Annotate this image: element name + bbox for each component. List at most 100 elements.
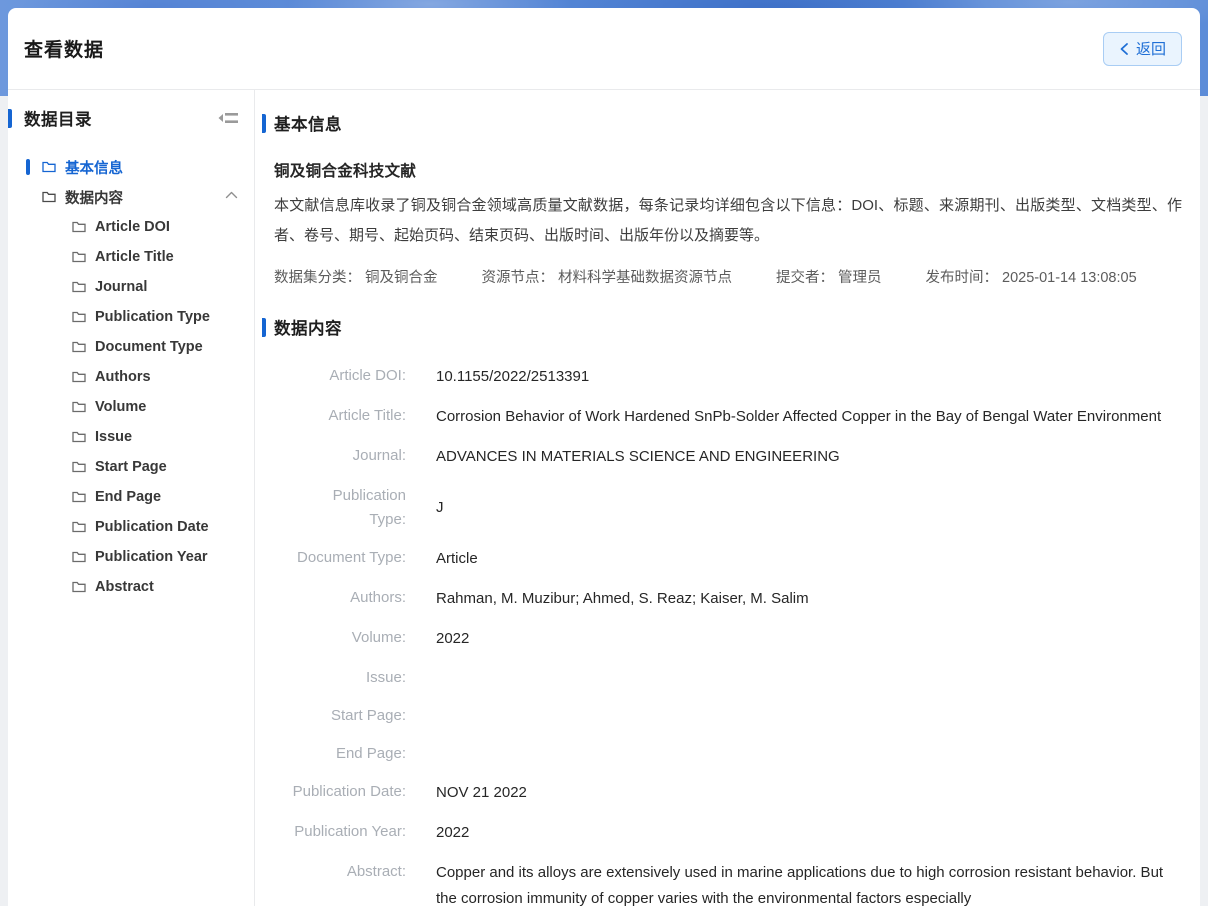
- field-row: Journal: ADVANCES IN MATERIALS SCIENCE A…: [274, 437, 1182, 477]
- tree-item-label: 数据内容: [65, 187, 123, 208]
- main-content: 基本信息 铜及铜合金科技文献 本文献信息库收录了铜及铜合金领域高质量文献数据，每…: [255, 90, 1200, 906]
- basic-info-section-header: 基本信息: [262, 112, 1182, 134]
- field-label: Start Page:: [274, 704, 406, 728]
- field-value: 10.1155/2022/2513391: [436, 364, 589, 390]
- back-button[interactable]: 返回: [1103, 32, 1182, 66]
- dataset-meta-row: 数据集分类：铜及铜合金 资源节点：材料科学基础数据资源节点 提交者：管理员 发布…: [274, 266, 1182, 287]
- meta-value: 铜及铜合金: [365, 270, 438, 286]
- tree-item-label: Authors: [95, 369, 151, 385]
- tree-item-label: Article Title: [95, 249, 174, 265]
- field-row: Issue:: [274, 659, 1182, 697]
- folder-icon: [42, 161, 56, 173]
- field-row: Publication Type: J: [274, 477, 1182, 539]
- tree-item[interactable]: End Page: [8, 482, 254, 512]
- card-body: 数据目录 基本信息: [8, 90, 1200, 906]
- tree-item-label: Journal: [95, 279, 147, 295]
- meta-label: 发布时间：: [926, 270, 999, 286]
- tree-item-label: Abstract: [95, 579, 154, 595]
- meta-label: 资源节点：: [482, 270, 555, 286]
- field-list: Article DOI: 10.1155/2022/2513391 Articl…: [262, 357, 1182, 906]
- tree-item[interactable]: 基本信息: [8, 152, 254, 182]
- selected-indicator: [26, 159, 30, 175]
- tree-item[interactable]: Publication Year: [8, 542, 254, 572]
- view-data-card: 查看数据 返回 数据目录: [8, 8, 1200, 906]
- basic-info-section-title: 基本信息: [274, 111, 342, 135]
- field-row: Publication Date: NOV 21 2022: [274, 773, 1182, 813]
- tree-item[interactable]: Publication Type: [8, 302, 254, 332]
- data-content-section-header: 数据内容: [262, 316, 1182, 338]
- tree-item[interactable]: Issue: [8, 422, 254, 452]
- field-value: Copper and its alloys are extensively us…: [436, 860, 1164, 906]
- field-row: Start Page:: [274, 697, 1182, 735]
- field-row: Volume: 2022: [274, 619, 1182, 659]
- field-row: Publication Year: 2022: [274, 813, 1182, 853]
- tree-item[interactable]: Document Type: [8, 332, 254, 362]
- tree-item[interactable]: Start Page: [8, 452, 254, 482]
- field-label: Publication Date:: [274, 780, 406, 804]
- folder-icon: [72, 341, 86, 353]
- field-value: Rahman, M. Muzibur; Ahmed, S. Reaz; Kais…: [436, 586, 809, 612]
- dataset-description: 本文献信息库收录了铜及铜合金领域高质量文献数据，每条记录均详细包含以下信息：DO…: [274, 191, 1182, 251]
- tree-item-label: 基本信息: [65, 157, 123, 178]
- meta-label: 数据集分类：: [274, 270, 361, 286]
- folder-icon: [72, 311, 86, 323]
- folder-icon: [72, 581, 86, 593]
- card-header: 查看数据 返回: [8, 8, 1200, 90]
- tree-item-label: End Page: [95, 489, 161, 505]
- accent-bar: [8, 109, 12, 128]
- folder-icon: [42, 191, 56, 203]
- folder-icon: [72, 491, 86, 503]
- tree-item[interactable]: Volume: [8, 392, 254, 422]
- accent-bar: [262, 318, 266, 337]
- field-row: End Page:: [274, 735, 1182, 773]
- tree-item-label: Publication Date: [95, 519, 209, 535]
- meta-item: 资源节点：材料科学基础数据资源节点: [482, 266, 733, 287]
- tree-item[interactable]: Authors: [8, 362, 254, 392]
- meta-value: 2025-01-14 13:08:05: [1002, 270, 1137, 286]
- field-label: Publication Year:: [274, 820, 406, 844]
- meta-label: 提交者：: [776, 270, 834, 286]
- meta-value: 材料科学基础数据资源节点: [558, 270, 732, 286]
- collapse-sidebar-button[interactable]: [216, 108, 240, 128]
- field-value: 2022: [436, 626, 469, 652]
- tree-item-label: Document Type: [95, 339, 203, 355]
- page-title: 查看数据: [24, 35, 104, 62]
- chevron-up-icon[interactable]: [225, 191, 238, 199]
- meta-item: 提交者：管理员: [776, 266, 882, 287]
- field-value: ADVANCES IN MATERIALS SCIENCE AND ENGINE…: [436, 444, 840, 470]
- sidebar-tree: 基本信息 数据内容 Article DOI Article Title: [8, 152, 254, 602]
- field-label: Article DOI:: [274, 364, 406, 388]
- folder-icon: [72, 461, 86, 473]
- folder-icon: [72, 431, 86, 443]
- field-value: 2022: [436, 820, 469, 846]
- tree-item[interactable]: Journal: [8, 272, 254, 302]
- field-row: Article DOI: 10.1155/2022/2513391: [274, 357, 1182, 397]
- folder-icon: [72, 371, 86, 383]
- tree-item-label: Issue: [95, 429, 132, 445]
- tree-item[interactable]: Article DOI: [8, 212, 254, 242]
- back-button-label: 返回: [1136, 38, 1166, 59]
- field-label: Issue:: [274, 666, 406, 690]
- meta-item: 发布时间：2025-01-14 13:08:05: [926, 266, 1137, 287]
- field-label: Volume:: [274, 626, 406, 650]
- dataset-title: 铜及铜合金科技文献: [274, 159, 1182, 181]
- tree-item[interactable]: Article Title: [8, 242, 254, 272]
- sidebar: 数据目录 基本信息: [8, 90, 255, 906]
- accent-bar: [262, 114, 266, 133]
- tree-item[interactable]: Abstract: [8, 572, 254, 602]
- meta-item: 数据集分类：铜及铜合金: [274, 266, 438, 287]
- tree-item[interactable]: Publication Date: [8, 512, 254, 542]
- tree-item-label: Publication Type: [95, 309, 210, 325]
- field-value: J: [436, 495, 444, 521]
- tree-item[interactable]: 数据内容: [8, 182, 254, 212]
- sidebar-header: 数据目录: [8, 106, 254, 130]
- meta-value: 管理员: [838, 270, 882, 286]
- data-content-section-title: 数据内容: [274, 315, 342, 339]
- field-value: Article: [436, 546, 478, 572]
- folder-icon: [72, 281, 86, 293]
- field-row: Article Title: Corrosion Behavior of Wor…: [274, 397, 1182, 437]
- tree-item-label: Article DOI: [95, 219, 170, 235]
- folder-icon: [72, 401, 86, 413]
- tree-item-label: Publication Year: [95, 549, 208, 565]
- sidebar-title: 数据目录: [24, 106, 92, 130]
